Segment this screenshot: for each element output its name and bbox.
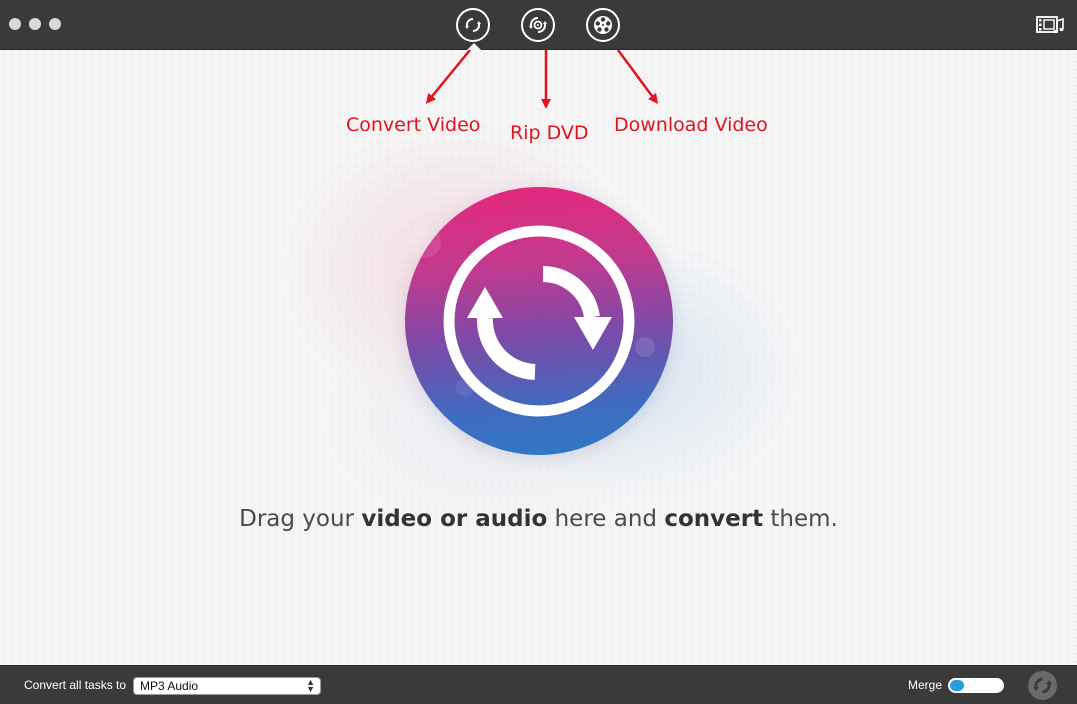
convert-arrows-icon (465, 17, 481, 33)
drop-zone[interactable]: Convert Video Rip DVD Download Video Dra… (0, 50, 1077, 665)
rip-dvd-button[interactable] (521, 8, 555, 42)
merge-toggle[interactable] (948, 678, 1004, 693)
drop-hint-text: Drag your video or audio here and conver… (239, 506, 838, 532)
title-bar (0, 0, 1077, 50)
zoom-window-button[interactable] (49, 18, 61, 30)
film-music-icon (1036, 16, 1064, 34)
arrow-download-video (616, 50, 658, 105)
annotation-convert-video: Convert Video (346, 114, 481, 136)
close-window-button[interactable] (9, 18, 21, 30)
annotation-download-video: Download Video (614, 114, 768, 136)
bottom-bar: Convert all tasks to MP3 Audio ▲ ▼ Merge (0, 665, 1077, 704)
add-files-button[interactable] (405, 187, 673, 455)
media-browser-button[interactable] (1035, 13, 1065, 37)
minimize-window-button[interactable] (29, 18, 41, 30)
annotation-rip-dvd: Rip DVD (510, 122, 589, 144)
merge-label: Merge (908, 678, 943, 692)
disc-convert-icon (529, 16, 547, 34)
download-video-button[interactable] (586, 8, 620, 42)
convert-all-label: Convert all tasks to (24, 678, 127, 692)
convert-arrows-icon (409, 225, 655, 417)
film-reel-download-icon (594, 16, 612, 34)
convert-arrows-icon (1033, 677, 1052, 694)
convert-video-button[interactable] (456, 8, 490, 42)
merge-toggle-knob (950, 680, 964, 691)
output-format-value: MP3 Audio (140, 679, 199, 693)
app-window: Convert Video Rip DVD Download Video Dra… (0, 0, 1077, 704)
convert-all-button[interactable] (1028, 671, 1057, 700)
select-stepper-icon: ▲ ▼ (306, 677, 315, 694)
output-format-select[interactable]: MP3 Audio ▲ ▼ (133, 677, 321, 695)
arrow-convert-video (425, 50, 471, 104)
active-tab-indicator (467, 43, 481, 50)
